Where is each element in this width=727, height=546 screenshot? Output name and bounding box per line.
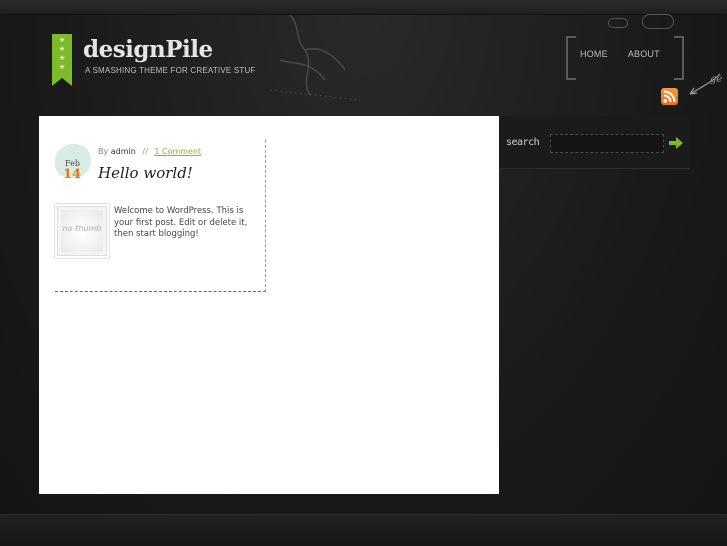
main-nav: HOME ABOUT xyxy=(580,49,660,59)
cloud-doodle xyxy=(608,18,628,28)
post-excerpt: Welcome to WordPress. This is your first… xyxy=(114,206,248,239)
post-title-link[interactable]: Hello world! xyxy=(98,164,193,182)
thumbnail-text: no thumb xyxy=(62,224,102,233)
site-title[interactable]: designPile xyxy=(83,36,213,63)
rss-feed-button[interactable] xyxy=(661,88,678,105)
arrow-right-icon xyxy=(669,137,683,149)
site-tagline: A SMASHING THEME FOR CREATIVE STUF xyxy=(85,66,256,75)
svg-text:ge: ge xyxy=(710,74,722,85)
search-submit-button[interactable] xyxy=(668,136,684,150)
nav-home[interactable]: HOME xyxy=(580,49,608,59)
search-label: search xyxy=(506,137,540,148)
header-sketch-illustration xyxy=(269,14,361,101)
nav-bracket-right xyxy=(674,36,684,80)
date-badge: Feb 14 xyxy=(55,144,91,182)
sidebar-divider xyxy=(499,168,689,169)
cloud-doodle xyxy=(642,14,674,29)
nav-about[interactable]: ABOUT xyxy=(628,49,660,59)
meta-separator: // xyxy=(142,147,148,156)
ribbon-stars-icon: ★ ★ ★ ★ xyxy=(58,36,66,71)
by-label: By xyxy=(98,147,109,156)
arrow-doodle-icon: ge xyxy=(689,73,722,95)
post-meta: By admin // 1 Comment xyxy=(98,147,201,156)
post-thumbnail[interactable]: no thumb xyxy=(57,206,107,256)
nav-bracket-left xyxy=(566,36,576,80)
comments-link[interactable]: 1 Comment xyxy=(154,147,201,156)
post-entry: Feb 14 By admin // 1 Comment Hello world… xyxy=(55,140,266,292)
footer-band xyxy=(0,514,727,546)
post-author-link[interactable]: admin xyxy=(111,147,136,156)
content-area: Feb 14 By admin // 1 Comment Hello world… xyxy=(39,116,499,494)
search-input[interactable] xyxy=(550,134,664,153)
date-day: 14 xyxy=(63,167,82,182)
logo-ribbon: ★ ★ ★ ★ xyxy=(52,34,72,86)
rss-icon xyxy=(663,90,676,103)
